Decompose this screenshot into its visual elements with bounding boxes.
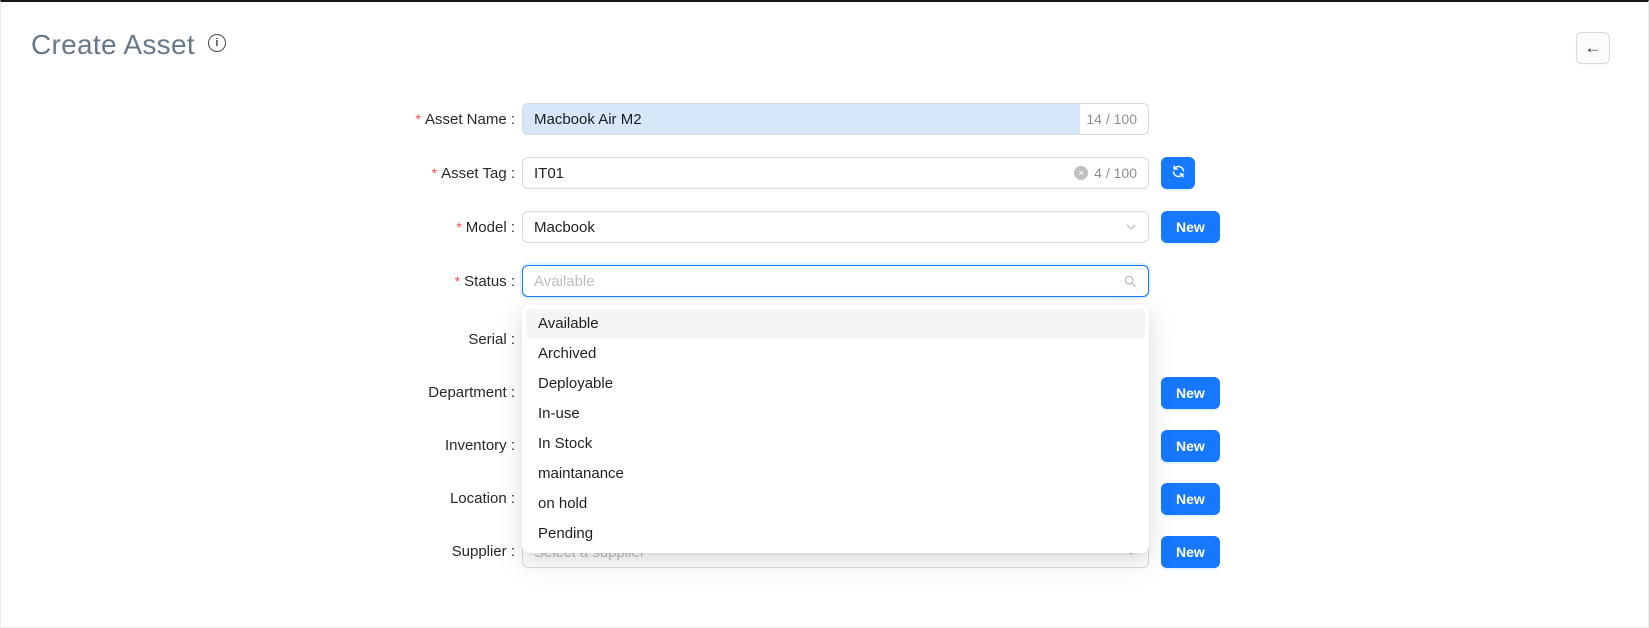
asset-tag-counter: 4 / 100 [1088, 165, 1137, 181]
status-option-on-hold[interactable]: on hold [526, 489, 1145, 519]
required-marker: * [455, 273, 460, 289]
status-option-deployable[interactable]: Deployable [526, 369, 1145, 399]
department-label: Department : [428, 384, 515, 401]
page-title: Create Asset [31, 28, 195, 62]
status-option-archived[interactable]: Archived [526, 339, 1145, 369]
form-row-status: *Status : Available Available Archived D… [1, 265, 1648, 298]
asset-tag-label: Asset Tag : [441, 165, 515, 182]
required-marker: * [432, 165, 437, 181]
form-row-model: * Model : Macbook New [1, 211, 1648, 244]
chevron-down-icon [1125, 221, 1137, 233]
status-placeholder: Available [534, 273, 1123, 290]
new-department-button[interactable]: New [1161, 377, 1220, 409]
create-asset-form: *Asset Name : Macbook Air M2 14 / 100 *A… [1, 103, 1648, 589]
new-model-button[interactable]: New [1161, 211, 1220, 243]
required-marker: * [456, 219, 461, 235]
asset-name-selection: Macbook Air M2 [523, 104, 1080, 134]
form-row-asset-tag: *Asset Tag : IT01 ✕ 4 / 100 [1, 157, 1648, 190]
required-marker: * [416, 111, 421, 127]
search-icon [1123, 274, 1137, 288]
back-button[interactable]: ← [1576, 32, 1610, 64]
new-location-button[interactable]: New [1161, 483, 1220, 515]
status-option-in-use[interactable]: In-use [526, 399, 1145, 429]
status-option-in-stock[interactable]: In Stock [526, 429, 1145, 459]
status-option-maintanance[interactable]: maintanance [526, 459, 1145, 489]
model-label: Model : [466, 219, 515, 236]
location-label: Location : [450, 490, 515, 507]
form-row-asset-name: *Asset Name : Macbook Air M2 14 / 100 [1, 103, 1648, 136]
generate-tag-button[interactable] [1161, 157, 1195, 189]
clear-icon[interactable]: ✕ [1074, 166, 1088, 180]
status-option-available[interactable]: Available [526, 309, 1145, 339]
status-option-pending[interactable]: Pending [526, 519, 1145, 549]
asset-name-value: Macbook Air M2 [534, 111, 642, 128]
model-value: Macbook [534, 219, 1125, 236]
inventory-label: Inventory : [445, 437, 515, 454]
model-select[interactable]: Macbook [522, 211, 1149, 243]
asset-name-label: Asset Name : [425, 111, 515, 128]
status-dropdown: Available Archived Deployable In-use In … [522, 305, 1149, 553]
new-supplier-button[interactable]: New [1161, 536, 1220, 568]
status-label: Status : [464, 273, 515, 290]
status-select[interactable]: Available [522, 265, 1149, 297]
asset-name-input[interactable]: Macbook Air M2 14 / 100 [522, 103, 1149, 135]
asset-name-counter: 14 / 100 [1080, 111, 1148, 127]
serial-label: Serial : [468, 331, 515, 348]
arrow-left-icon: ← [1585, 38, 1602, 58]
sync-icon [1171, 164, 1186, 182]
asset-tag-input[interactable]: IT01 ✕ 4 / 100 [522, 157, 1149, 189]
page-header: Create Asset i [31, 28, 226, 62]
info-icon[interactable]: i [208, 34, 226, 52]
new-inventory-button[interactable]: New [1161, 430, 1220, 462]
supplier-label: Supplier : [452, 543, 515, 560]
asset-tag-value: IT01 [534, 165, 1074, 182]
